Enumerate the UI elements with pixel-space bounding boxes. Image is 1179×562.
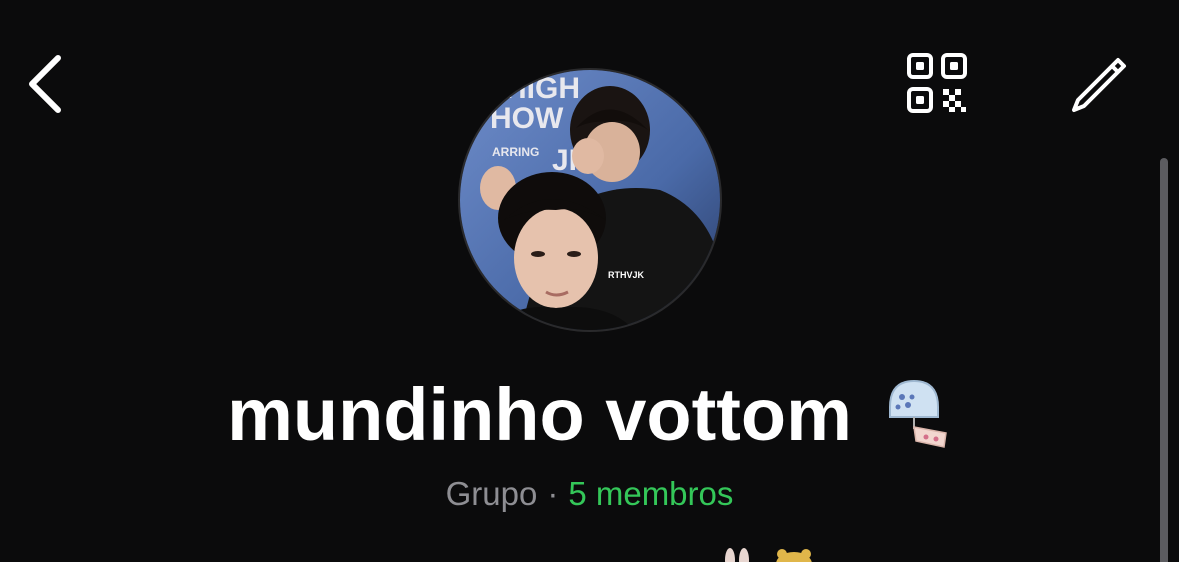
bear-emoji-icon — [776, 549, 812, 562]
group-avatar-photo: HIGH HOW ARRING JIM RTHVJK — [460, 70, 720, 330]
group-type-label: Grupo — [445, 475, 538, 512]
svg-text:HIGH: HIGH — [505, 72, 580, 105]
chevron-left-icon — [29, 55, 61, 113]
group-title-row: mundinho vottom — [0, 370, 1179, 460]
svg-text:ARRING: ARRING — [492, 145, 539, 159]
group-avatar[interactable]: HIGH HOW ARRING JIM RTHVJK — [458, 68, 722, 332]
subtitle-separator: · — [547, 475, 559, 512]
qr-code-icon — [907, 53, 967, 113]
bunny-ears-emoji-icon — [725, 548, 749, 562]
members-count-link[interactable]: 5 membros — [568, 475, 733, 512]
pencil-icon — [1072, 58, 1126, 112]
wind-chime-emoji-icon — [880, 377, 952, 449]
svg-text:HOW: HOW — [490, 102, 564, 135]
avatar-watermark: RTHVJK — [608, 270, 645, 280]
edit-button[interactable] — [1066, 52, 1132, 118]
back-button[interactable] — [18, 48, 78, 120]
scrollbar[interactable] — [1160, 158, 1168, 562]
group-name: mundinho vottom — [227, 373, 852, 456]
qr-code-button[interactable] — [902, 50, 972, 120]
group-subtitle: Grupo · 5 membros — [0, 474, 1179, 514]
partial-emoji-row — [712, 546, 822, 562]
group-info-screen: HIGH HOW ARRING JIM RTHVJK — [0, 0, 1179, 562]
